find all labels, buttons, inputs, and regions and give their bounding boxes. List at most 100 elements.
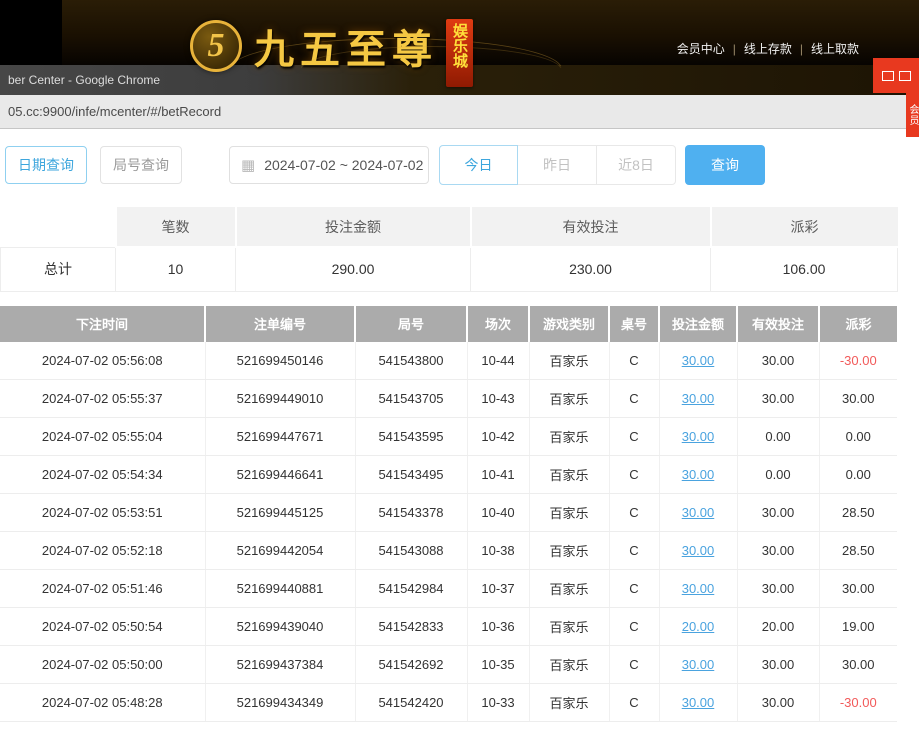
cell-session: 10-40 — [467, 494, 529, 532]
bet-table-body: 2024-07-02 05:56:08521699450146541543800… — [0, 342, 897, 722]
maximize-icon[interactable] — [882, 71, 894, 81]
cell-bet-id: 521699446641 — [205, 456, 355, 494]
summary-total-label: 总计 — [1, 247, 116, 291]
cell-bet-id: 521699440881 — [205, 570, 355, 608]
cell-table-no: C — [609, 532, 659, 570]
summary-row: 总计 10 290.00 230.00 106.00 — [1, 247, 898, 291]
screen: 5 九五至尊 娱乐城 会员中心 | 线上存款 | 线上取款 ber Center… — [0, 0, 919, 740]
nav-online-deposit[interactable]: 线上存款 — [744, 40, 792, 57]
round-query-tab[interactable]: 局号查询 — [100, 146, 182, 184]
nav-separator: | — [800, 42, 803, 56]
bet-amount-link[interactable]: 20.00 — [682, 619, 715, 634]
cell-bet-id: 521699434349 — [205, 684, 355, 722]
date-range-value: 2024-07-02 ~ 2024-07-02 — [264, 157, 423, 173]
summary-header-valid-bet: 有效投注 — [471, 207, 711, 247]
cell-game-type: 百家乐 — [529, 570, 609, 608]
table-row: 2024-07-02 05:55:37521699449010541543705… — [0, 380, 897, 418]
cell-valid-bet: 30.00 — [737, 342, 819, 380]
cell-valid-bet: 30.00 — [737, 380, 819, 418]
summary-count: 10 — [116, 247, 236, 291]
bet-amount-link[interactable]: 30.00 — [682, 467, 715, 482]
cell-game-type: 百家乐 — [529, 418, 609, 456]
nav-online-withdraw[interactable]: 线上取款 — [811, 40, 859, 57]
cell-round-no: 541543705 — [355, 380, 467, 418]
cell-round-no: 541543495 — [355, 456, 467, 494]
bet-amount-link[interactable]: 30.00 — [682, 353, 715, 368]
cell-game-type: 百家乐 — [529, 456, 609, 494]
bet-amount-link[interactable]: 30.00 — [682, 581, 715, 596]
today-button[interactable]: 今日 — [439, 145, 518, 185]
summary-bet-amount: 290.00 — [236, 247, 471, 291]
cell-payout: -30.00 — [819, 684, 897, 722]
url-text: 05.cc:9900/infe/mcenter/#/betRecord — [8, 104, 221, 119]
cell-round-no: 541543595 — [355, 418, 467, 456]
cell-payout: 30.00 — [819, 646, 897, 684]
bet-amount-link[interactable]: 30.00 — [682, 657, 715, 672]
bet-amount-link[interactable]: 30.00 — [682, 695, 715, 710]
cell-session: 10-43 — [467, 380, 529, 418]
cell-bet-amount: 30.00 — [659, 570, 737, 608]
bet-amount-link[interactable]: 30.00 — [682, 505, 715, 520]
search-button[interactable]: 查询 — [685, 145, 765, 185]
summary-table: 笔数 投注金额 有效投注 派彩 总计 10 290.00 230.00 106.… — [0, 207, 898, 292]
col-header-session: 场次 — [467, 306, 529, 342]
table-row: 2024-07-02 05:53:51521699445125541543378… — [0, 494, 897, 532]
cell-bet-amount: 30.00 — [659, 418, 737, 456]
table-row: 2024-07-02 05:51:46521699440881541542984… — [0, 570, 897, 608]
cell-valid-bet: 30.00 — [737, 494, 819, 532]
cell-payout: 28.50 — [819, 494, 897, 532]
cell-table-no: C — [609, 646, 659, 684]
cell-game-type: 百家乐 — [529, 380, 609, 418]
col-header-table-no: 桌号 — [609, 306, 659, 342]
cell-payout: 19.00 — [819, 608, 897, 646]
cell-table-no: C — [609, 418, 659, 456]
cell-bet-time: 2024-07-02 05:51:46 — [0, 570, 205, 608]
cell-round-no: 541543088 — [355, 532, 467, 570]
cell-session: 10-35 — [467, 646, 529, 684]
summary-payout: 106.00 — [711, 247, 898, 291]
close-icon[interactable] — [899, 71, 911, 81]
nav-member-center[interactable]: 会员中心 — [677, 40, 725, 57]
col-header-game-type: 游戏类别 — [529, 306, 609, 342]
table-row: 2024-07-02 05:52:18521699442054541543088… — [0, 532, 897, 570]
col-header-bet-amount: 投注金额 — [659, 306, 737, 342]
cell-bet-id: 521699450146 — [205, 342, 355, 380]
cell-game-type: 百家乐 — [529, 684, 609, 722]
bet-record-table: 下注时间 注单编号 局号 场次 游戏类别 桌号 投注金额 有效投注 派彩 202… — [0, 306, 897, 723]
cell-game-type: 百家乐 — [529, 532, 609, 570]
col-header-payout: 派彩 — [819, 306, 897, 342]
cell-bet-id: 521699442054 — [205, 532, 355, 570]
bet-amount-link[interactable]: 30.00 — [682, 391, 715, 406]
cell-bet-time: 2024-07-02 05:55:04 — [0, 418, 205, 456]
coin-icon: 5 — [190, 20, 242, 72]
cell-session: 10-37 — [467, 570, 529, 608]
cell-bet-id: 521699439040 — [205, 608, 355, 646]
cell-bet-amount: 30.00 — [659, 494, 737, 532]
last-8-days-button[interactable]: 近8日 — [597, 145, 676, 185]
cell-game-type: 百家乐 — [529, 494, 609, 532]
summary-header-blank — [1, 207, 116, 247]
bet-table-header-row: 下注时间 注单编号 局号 场次 游戏类别 桌号 投注金额 有效投注 派彩 — [0, 306, 897, 342]
col-header-round-no: 局号 — [355, 306, 467, 342]
summary-header-bet-amount: 投注金额 — [236, 207, 471, 247]
browser-urlbar[interactable]: 05.cc:9900/infe/mcenter/#/betRecord — [0, 95, 919, 129]
logo-subtitle-badge: 娱乐城 — [446, 19, 473, 87]
summary-header-count: 笔数 — [116, 207, 236, 247]
table-row: 2024-07-02 05:50:54521699439040541542833… — [0, 608, 897, 646]
bet-amount-link[interactable]: 30.00 — [682, 543, 715, 558]
date-range-input[interactable]: ▦ 2024-07-02 ~ 2024-07-02 — [229, 146, 429, 184]
cell-table-no: C — [609, 380, 659, 418]
date-query-tab[interactable]: 日期查询 — [5, 146, 87, 184]
yesterday-button[interactable]: 昨日 — [518, 145, 597, 185]
cell-payout: 30.00 — [819, 570, 897, 608]
service-floating-tab[interactable]: 会员 — [906, 93, 919, 137]
cell-session: 10-33 — [467, 684, 529, 722]
cell-payout: 0.00 — [819, 418, 897, 456]
cell-bet-time: 2024-07-02 05:54:34 — [0, 456, 205, 494]
cell-session: 10-42 — [467, 418, 529, 456]
top-nav: 会员中心 | 线上存款 | 线上取款 — [677, 40, 859, 57]
cell-bet-time: 2024-07-02 05:50:00 — [0, 646, 205, 684]
cell-bet-time: 2024-07-02 05:55:37 — [0, 380, 205, 418]
nav-separator: | — [733, 42, 736, 56]
bet-amount-link[interactable]: 30.00 — [682, 429, 715, 444]
